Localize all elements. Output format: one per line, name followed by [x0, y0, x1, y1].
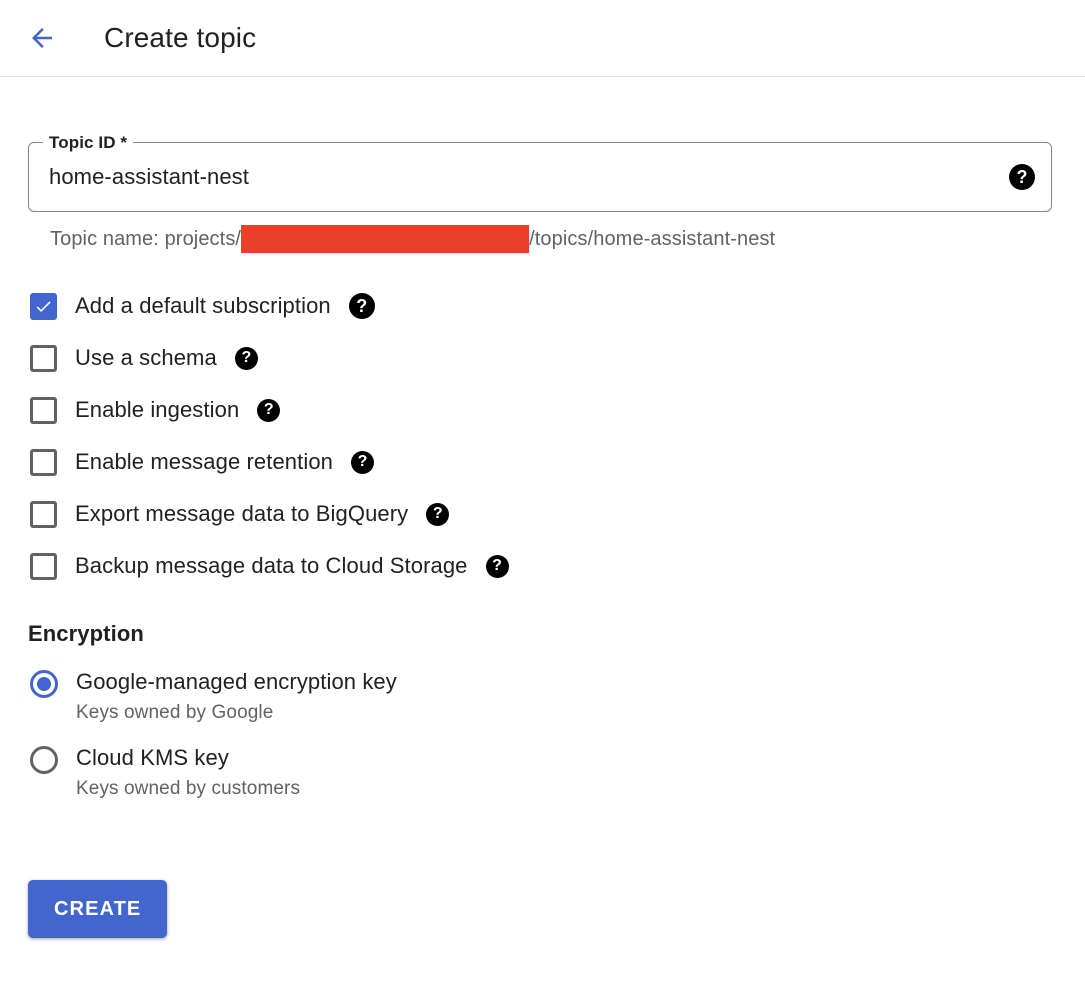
topic-id-field-wrapper: Topic ID * ? [28, 134, 1052, 212]
radio-row-google-managed-encryption-key[interactable]: Google-managed encryption key Keys owned… [28, 667, 1085, 727]
topic-id-input[interactable] [49, 164, 1009, 190]
help-icon-add-default-subscription[interactable]: ? [348, 293, 375, 319]
page-title: Create topic [104, 22, 257, 53]
page-header: Create topic [0, 0, 1085, 77]
checkbox-backup-message-data-to-cloud-storage[interactable] [30, 552, 57, 580]
checkbox-use-a-schema[interactable] [30, 344, 57, 372]
arrow-left-icon [27, 23, 57, 53]
radio-label: Cloud KMS key [76, 745, 229, 770]
checkbox-label: Backup message data to Cloud Storage [75, 553, 468, 578]
help-icon-use-a-schema[interactable]: ? [234, 346, 258, 370]
radio-label: Google-managed encryption key [76, 669, 397, 694]
radio-text-block: Google-managed encryption key Keys owned… [76, 667, 397, 727]
checkbox-add-default-subscription[interactable] [30, 292, 57, 320]
checkbox-label: Enable message retention [75, 449, 334, 474]
topic-name-prefix: Topic name: projects/ [50, 227, 242, 250]
radio-cloud-kms-key[interactable] [30, 746, 58, 774]
topic-id-label: Topic ID * [43, 134, 134, 152]
radio-row-cloud-kms-key[interactable]: Cloud KMS key Keys owned by customers [28, 743, 1085, 803]
checkbox-label: Add a default subscription [75, 293, 331, 318]
form-actions: CREATE [28, 880, 1085, 938]
back-button[interactable] [18, 14, 66, 62]
help-icon-backup-message-data-to-cloud-storage[interactable]: ? [485, 554, 509, 578]
checkbox-enable-ingestion[interactable] [30, 396, 57, 424]
radio-sublabel: Keys owned by customers [76, 778, 301, 799]
encryption-radio-group: Google-managed encryption key Keys owned… [28, 667, 1085, 803]
help-icon-enable-ingestion[interactable]: ? [257, 398, 281, 422]
topic-name-helper: Topic name: projects/ /topics/home-assist… [50, 225, 1085, 253]
create-button[interactable]: CREATE [28, 880, 168, 938]
radio-google-managed-encryption-key[interactable] [30, 670, 58, 698]
radio-text-block: Cloud KMS key Keys owned by customers [76, 743, 300, 803]
checkbox-row-add-default-subscription[interactable]: Add a default subscription ? [28, 280, 1085, 332]
topic-name-suffix: /topics/home-assistant-nest [529, 227, 776, 250]
redacted-project-id [241, 225, 530, 253]
encryption-section-title: Encryption [28, 621, 144, 646]
checkbox-row-enable-message-retention[interactable]: Enable message retention ? [28, 436, 1085, 488]
help-icon-export-message-data-to-bigquery[interactable]: ? [426, 502, 450, 526]
help-icon-enable-message-retention[interactable]: ? [351, 450, 375, 474]
radio-sublabel: Keys owned by Google [76, 702, 274, 723]
checkbox-row-enable-ingestion[interactable]: Enable ingestion ? [28, 384, 1085, 436]
checkbox-row-export-message-data-to-bigquery[interactable]: Export message data to BigQuery ? [28, 488, 1085, 540]
checkbox-enable-message-retention[interactable] [30, 448, 57, 476]
checkbox-row-use-a-schema[interactable]: Use a schema ? [28, 332, 1085, 384]
checkbox-export-message-data-to-bigquery[interactable] [30, 500, 57, 528]
checkbox-row-backup-message-data-to-cloud-storage[interactable]: Backup message data to Cloud Storage ? [28, 540, 1085, 592]
options-checkbox-list: Add a default subscription ? Use a schem… [28, 280, 1085, 592]
checkbox-label: Export message data to BigQuery [75, 501, 409, 526]
topic-id-help-icon[interactable]: ? [1009, 164, 1035, 190]
topic-id-textfield[interactable]: Topic ID * ? [28, 134, 1052, 212]
create-topic-form: Topic ID * ? Topic name: projects/ /topic… [0, 134, 1085, 938]
checkbox-label: Enable ingestion [75, 397, 240, 422]
checkbox-label: Use a schema [75, 345, 217, 370]
